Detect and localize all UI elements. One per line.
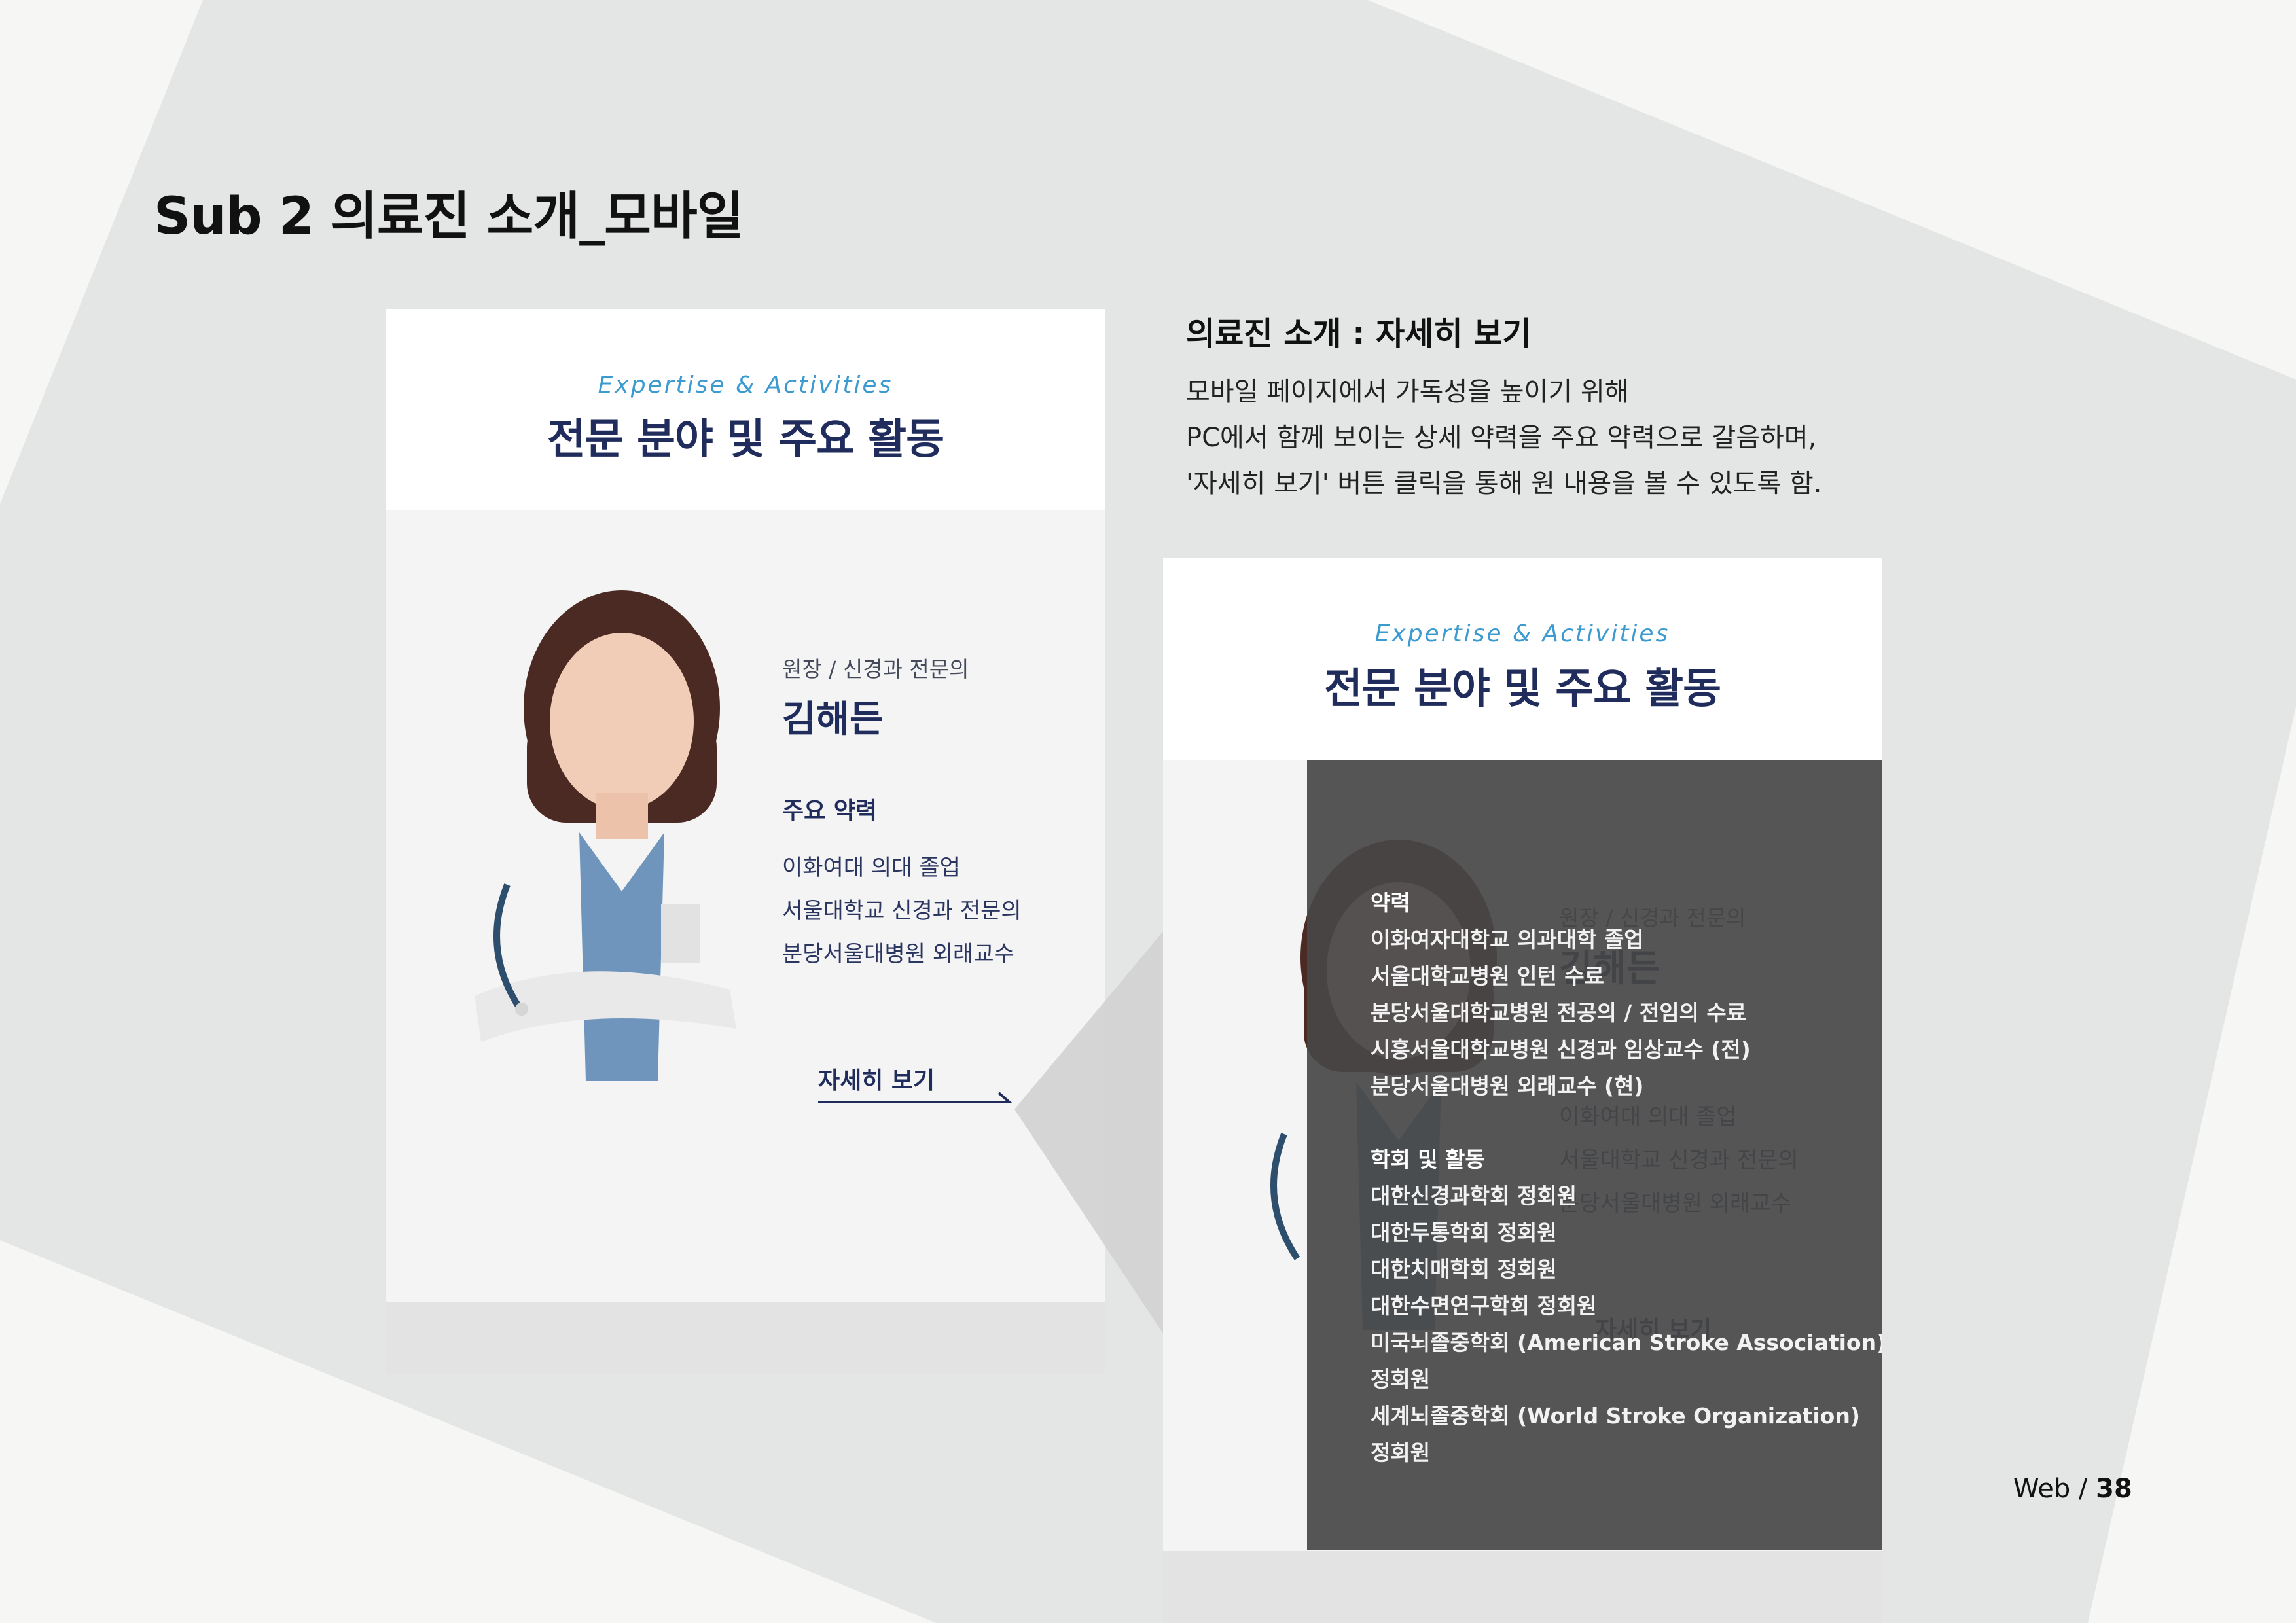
overlay-activity-item: 미국뇌졸중학회 (American Stroke Association) xyxy=(1371,1330,1882,1355)
section-header: Expertise & Activities 전문 분야 및 주요 활동 xyxy=(1163,558,1882,760)
section-title: 전문 분야 및 주요 활동 xyxy=(547,416,944,464)
doctor-photo xyxy=(461,590,789,1081)
section-title: 전문 분야 및 주요 활동 xyxy=(1323,665,1721,713)
overlay-career-item: 분당서울대학교병원 전공의 / 전임의 수료 xyxy=(1371,1000,1747,1026)
section-eyebrow: Expertise & Activities xyxy=(1374,620,1670,647)
overlay-career-item: 시흥서울대학교병원 신경과 임상교수 (전) xyxy=(1371,1037,1751,1062)
description-line: PC에서 함께 보이는 상세 약력을 주요 약력으로 갈음하며, xyxy=(1186,423,1817,453)
overlay-activities-heading: 학회 및 활동 xyxy=(1371,1147,1485,1172)
mobile-mockup-doctor-intro: Expertise & Activities 전문 분야 및 주요 활동 원장 … xyxy=(386,309,1105,1374)
career-item: 이화여대 의대 졸업 xyxy=(782,855,960,881)
overlay-activity-item: 세계뇌졸중학회 (World Stroke Organization) xyxy=(1371,1403,1860,1429)
overlay-activity-item: 정회원 xyxy=(1371,1440,1431,1465)
page-title: Sub 2 의료진 소개_모바일 xyxy=(154,187,744,246)
overlay-activity-item: 대한치매학회 정회원 xyxy=(1371,1257,1557,1282)
overlay-career-item: 분당서울대병원 외래교수 (현) xyxy=(1371,1073,1644,1099)
doctor-role: 원장 / 신경과 전문의 xyxy=(782,656,969,682)
detail-overlay: 약력 이화여자대학교 의과대학 졸업 서울대학교병원 인턴 수료 분당서울대학교… xyxy=(1307,760,1882,1550)
overlay-career-heading: 약력 xyxy=(1371,890,1410,916)
detail-view-link[interactable]: 자세히 보기 xyxy=(818,1061,935,1096)
mobile-mockup-detail-view: Expertise & Activities 전문 분야 및 주요 활동 원장 … xyxy=(1163,558,1882,1623)
overlay-career-item: 서울대학교병원 인턴 수료 xyxy=(1371,963,1604,989)
mockup-footer xyxy=(1163,1551,1882,1623)
doctor-name: 김해든 xyxy=(782,698,884,741)
page-number: Web / 38 xyxy=(2013,1474,2132,1504)
overlay-career-item: 이화여자대학교 의과대학 졸업 xyxy=(1371,927,1644,952)
overlay-activity-item: 대한수면연구학회 정회원 xyxy=(1371,1293,1597,1319)
overlay-activity-item: 대한두통학회 정회원 xyxy=(1371,1220,1557,1245)
section-header: Expertise & Activities 전문 분야 및 주요 활동 xyxy=(386,309,1105,510)
description-line: 모바일 페이지에서 가독성을 높이기 위해 xyxy=(1186,377,1629,407)
page-number-value: 38 xyxy=(2096,1474,2132,1504)
career-item: 분당서울대병원 외래교수 xyxy=(782,941,1014,967)
mockup-footer xyxy=(386,1302,1105,1374)
career-item: 서울대학교 신경과 전문의 xyxy=(782,898,1022,924)
page-number-prefix: Web / xyxy=(2013,1474,2096,1504)
career-heading: 주요 약력 xyxy=(782,798,878,825)
section-eyebrow: Expertise & Activities xyxy=(598,372,893,399)
arrow-right-icon xyxy=(818,1092,1013,1103)
description-line: '자세히 보기' 버튼 클릭을 통해 원 내용을 볼 수 있도록 함. xyxy=(1186,469,1822,499)
overlay-activity-item: 대한신경과학회 정회원 xyxy=(1371,1183,1577,1209)
description-heading: 의료진 소개 : 자세히 보기 xyxy=(1186,315,1532,352)
overlay-activity-item: 정회원 xyxy=(1371,1366,1431,1392)
